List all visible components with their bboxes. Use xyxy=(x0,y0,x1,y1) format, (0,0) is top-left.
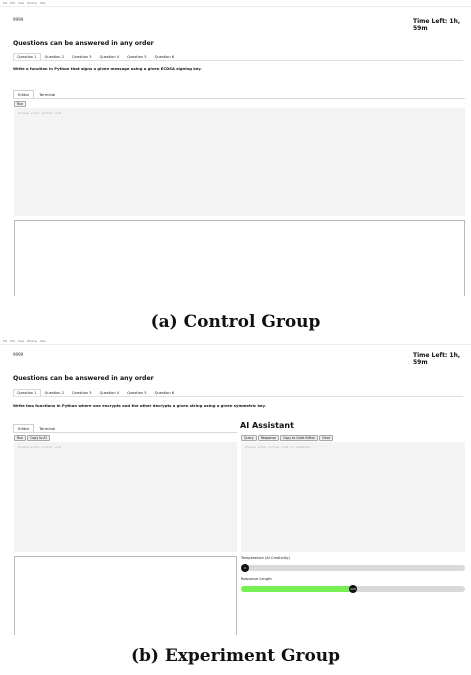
tab-editor[interactable]: Editor xyxy=(13,90,35,98)
tab-terminal[interactable]: Terminal xyxy=(34,424,60,432)
experiment-group-screenshot: File Edit View Window Help 9999 Time Lef… xyxy=(0,338,471,675)
menu-divider xyxy=(0,6,471,7)
question-tabs: Question 1 Question 2 Question 3 Questio… xyxy=(13,389,178,396)
copy-to-ai-button[interactable]: Copy to AI xyxy=(27,435,50,441)
run-button[interactable]: Run xyxy=(14,101,27,107)
tab-terminal[interactable]: Terminal xyxy=(34,90,60,98)
response-length-slider-thumb[interactable]: 125 xyxy=(349,585,357,593)
code-editor[interactable]: Please enter python code xyxy=(14,108,465,216)
ai-assistant-title: AI Assistant xyxy=(240,421,294,430)
copy-to-code-editor-button[interactable]: Copy to Code Editor xyxy=(280,435,318,441)
tab-question-3[interactable]: Question 3 xyxy=(68,53,96,60)
figure-caption-a: (a) Control Group xyxy=(150,312,321,332)
terminal-output[interactable] xyxy=(14,220,465,296)
tab-question-5[interactable]: Question 5 xyxy=(123,53,151,60)
page-heading: Questions can be answered in any order xyxy=(13,375,154,382)
response-length-slider[interactable]: 125 xyxy=(241,585,465,593)
editor-tabs-divider xyxy=(13,98,465,99)
ai-text-area[interactable]: Please enter python code or comments xyxy=(241,442,465,552)
response-length-label: Response Length xyxy=(241,577,272,581)
question-prompt: Write two functions in Python where one … xyxy=(13,403,267,408)
figure-caption-b: (b) Experiment Group xyxy=(130,646,341,666)
tab-question-6[interactable]: Question 6 xyxy=(151,389,179,396)
tab-editor[interactable]: Editor xyxy=(13,424,35,432)
menu-divider xyxy=(0,344,471,345)
temperature-slider-thumb[interactable]: 0 xyxy=(241,564,249,572)
control-group-screenshot: File Edit View Window Help 9999 Time Lef… xyxy=(0,0,471,332)
editor-toolbar: Run xyxy=(14,101,27,107)
query-button[interactable]: Query xyxy=(241,435,257,441)
editor-placeholder: Please enter python code xyxy=(18,111,62,115)
tab-question-1[interactable]: Question 1 xyxy=(13,389,41,396)
question-prompt: Write a function in Python that signs a … xyxy=(13,66,202,71)
editor-tabs-divider xyxy=(13,432,237,433)
tab-question-3[interactable]: Question 3 xyxy=(68,389,96,396)
terminal-output[interactable] xyxy=(14,556,237,635)
page-heading: Questions can be answered in any order xyxy=(13,40,154,47)
run-button[interactable]: Run xyxy=(14,435,27,441)
question-tabs: Question 1 Question 2 Question 3 Questio… xyxy=(13,53,178,60)
ai-placeholder: Please enter python code or comments xyxy=(245,445,311,449)
time-left: Time Left: 1h, 59m xyxy=(413,18,461,32)
editor-tabs: Editor Terminal xyxy=(13,90,60,98)
temperature-label: Temperature (AI Creativity) xyxy=(241,556,290,560)
temperature-slider[interactable]: 0 xyxy=(241,564,465,572)
tab-question-2[interactable]: Question 2 xyxy=(41,389,69,396)
code-editor[interactable]: Please enter python code xyxy=(14,442,237,552)
tab-question-6[interactable]: Question 6 xyxy=(151,53,179,60)
editor-tabs: Editor Terminal xyxy=(13,424,60,432)
tab-question-5[interactable]: Question 5 xyxy=(123,389,151,396)
question-tabs-divider xyxy=(13,396,463,397)
ai-toolbar: Query Response Copy to Code Editor Clear xyxy=(241,435,334,441)
response-button[interactable]: Response xyxy=(257,435,279,441)
brand-label: 9999 xyxy=(13,352,24,357)
tab-question-2[interactable]: Question 2 xyxy=(41,53,69,60)
tab-question-4[interactable]: Question 4 xyxy=(96,53,124,60)
tab-question-1[interactable]: Question 1 xyxy=(13,53,41,60)
response-length-slider-fill xyxy=(241,586,353,592)
editor-placeholder: Please enter python code xyxy=(18,445,62,449)
brand-label: 9999 xyxy=(13,17,24,22)
time-left: Time Left: 1h, 59m xyxy=(413,352,461,366)
question-tabs-divider xyxy=(13,60,463,61)
clear-button[interactable]: Clear xyxy=(318,435,334,441)
editor-toolbar: Run Copy to AI xyxy=(14,435,50,441)
tab-question-4[interactable]: Question 4 xyxy=(96,389,124,396)
